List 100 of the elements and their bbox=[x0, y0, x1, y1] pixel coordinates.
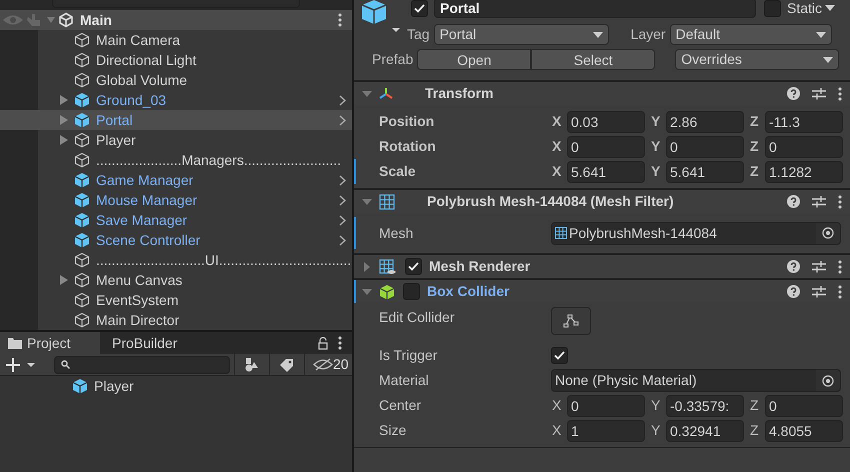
number-field[interactable]: -11.3 bbox=[765, 110, 843, 132]
chevron-right-icon[interactable] bbox=[339, 174, 346, 186]
checkmark-icon bbox=[408, 262, 419, 271]
chevron-right-icon[interactable] bbox=[339, 234, 346, 246]
panel-tab[interactable]: ProBuilder bbox=[100, 332, 186, 354]
foldout-arrow-icon[interactable] bbox=[362, 88, 372, 98]
overrides-dropdown[interactable]: Overrides bbox=[675, 49, 840, 70]
checkbox[interactable] bbox=[403, 283, 420, 300]
number-field[interactable]: 5.641 bbox=[567, 160, 645, 182]
foldout-arrow-icon[interactable] bbox=[362, 196, 372, 206]
more-options-icon[interactable] bbox=[838, 284, 842, 298]
sliders-icon[interactable] bbox=[812, 260, 826, 273]
more-options-icon[interactable] bbox=[838, 194, 842, 208]
checkbox[interactable] bbox=[551, 347, 568, 364]
number-field[interactable]: 0 bbox=[567, 394, 645, 416]
sliders-icon[interactable] bbox=[812, 87, 826, 100]
object-picker-icon[interactable] bbox=[822, 374, 834, 386]
hierarchy-item[interactable]: Main Camera bbox=[0, 30, 352, 50]
component-header[interactable]: Box Collider bbox=[354, 279, 850, 303]
axis-label: Y bbox=[651, 112, 662, 131]
chevron-right-icon[interactable] bbox=[339, 94, 346, 106]
hierarchy-item[interactable]: Game Manager bbox=[0, 170, 352, 190]
number-field[interactable]: 5.641 bbox=[666, 160, 744, 182]
hierarchy-item[interactable]: Player bbox=[0, 130, 352, 150]
tag-dropdown[interactable]: Portal bbox=[434, 24, 609, 45]
number-field[interactable]: 0.03 bbox=[567, 110, 645, 132]
help-icon[interactable] bbox=[787, 87, 800, 100]
checkbox[interactable] bbox=[411, 0, 428, 16]
axis-label: Y bbox=[651, 421, 662, 440]
sliders-icon[interactable] bbox=[812, 285, 826, 298]
number-field[interactable]: 2.86 bbox=[666, 110, 744, 132]
hierarchy-item[interactable]: ......................Managers......................... bbox=[0, 150, 352, 170]
axis-label: Z bbox=[750, 162, 760, 181]
object-field[interactable]: None (Physic Material) bbox=[551, 369, 841, 392]
field-label: Position bbox=[379, 112, 436, 131]
more-options-icon[interactable] bbox=[838, 260, 842, 274]
foldout-arrow-icon[interactable] bbox=[362, 262, 372, 272]
hierarchy-item[interactable]: Save Manager bbox=[0, 210, 352, 230]
axis-label: X bbox=[552, 137, 562, 156]
number-field[interactable]: 0 bbox=[765, 394, 843, 416]
number-field[interactable]: 0 bbox=[567, 136, 645, 158]
panel-tab[interactable]: Project bbox=[0, 332, 100, 354]
checkbox[interactable] bbox=[405, 258, 422, 275]
field-label: Rotation bbox=[379, 137, 437, 156]
project-item[interactable]: Player bbox=[94, 376, 134, 396]
hierarchy-item[interactable]: Global Volume bbox=[0, 70, 352, 90]
prefab-button[interactable]: Open bbox=[417, 49, 532, 70]
hidden-eye-icon[interactable] bbox=[313, 358, 333, 371]
axis-label: X bbox=[552, 162, 562, 181]
prefab-cube-icon bbox=[74, 172, 90, 188]
help-icon[interactable] bbox=[787, 260, 800, 273]
hidden-count: 20 bbox=[333, 355, 349, 374]
number-field[interactable]: 1 bbox=[567, 420, 645, 442]
hierarchy-item[interactable]: Directional Light bbox=[0, 50, 352, 70]
more-options-icon[interactable] bbox=[838, 86, 842, 100]
number-field[interactable]: -0.33579: bbox=[666, 394, 744, 416]
chevron-right-icon[interactable] bbox=[339, 114, 346, 126]
expand-arrow-icon[interactable] bbox=[60, 275, 68, 285]
help-icon[interactable] bbox=[787, 285, 800, 298]
hierarchy-item[interactable]: Ground_03 bbox=[0, 90, 352, 110]
number-field[interactable]: 1.1282 bbox=[765, 160, 843, 182]
tag-icon[interactable] bbox=[280, 358, 294, 372]
hierarchy-item[interactable]: Main Director bbox=[0, 310, 352, 330]
search-field[interactable] bbox=[54, 356, 230, 374]
lock-icon[interactable] bbox=[318, 336, 328, 350]
hierarchy-item[interactable]: Portal bbox=[0, 110, 352, 130]
unity-logo-icon bbox=[58, 12, 74, 28]
hierarchy-item[interactable]: ............................UI................................... bbox=[0, 250, 352, 270]
chevron-right-icon[interactable] bbox=[339, 214, 346, 226]
object-field[interactable]: PolybrushMesh-144084 bbox=[551, 222, 841, 244]
number-field[interactable]: 0.32941 bbox=[666, 420, 744, 442]
sliders-icon[interactable] bbox=[812, 195, 826, 208]
help-icon[interactable] bbox=[787, 195, 800, 208]
hierarchy-item[interactable]: Mouse Manager bbox=[0, 190, 352, 210]
name-field[interactable]: Portal bbox=[434, 0, 756, 18]
field-label: Center bbox=[379, 396, 422, 415]
more-options-icon[interactable] bbox=[338, 13, 342, 27]
checkmark-icon bbox=[554, 351, 565, 360]
layer-dropdown[interactable]: Default bbox=[670, 24, 832, 45]
hierarchy-item[interactable]: Menu Canvas bbox=[0, 270, 352, 290]
edit-collider-button[interactable] bbox=[551, 307, 591, 335]
static-dropdown[interactable]: Static bbox=[787, 0, 836, 18]
more-options-icon[interactable] bbox=[338, 336, 342, 350]
hierarchy-item[interactable]: EventSystem bbox=[0, 290, 352, 310]
number-field[interactable]: 0 bbox=[666, 136, 744, 158]
chevron-right-icon[interactable] bbox=[339, 194, 346, 206]
field-label: Tag bbox=[407, 25, 430, 44]
prefab-button[interactable]: Select bbox=[531, 49, 656, 70]
prefab-cube-icon[interactable] bbox=[362, 0, 400, 34]
checkbox[interactable] bbox=[764, 0, 781, 16]
field-label: Prefab bbox=[372, 50, 414, 69]
component-header[interactable]: Mesh Renderer bbox=[354, 254, 850, 278]
axis-label: Y bbox=[651, 396, 662, 415]
hierarchy-item[interactable]: Scene Controller bbox=[0, 230, 352, 250]
foldout-arrow-icon[interactable] bbox=[362, 286, 372, 296]
component-header[interactable]: Polybrush Mesh-144084 (Mesh Filter) bbox=[354, 189, 850, 213]
object-picker-icon[interactable] bbox=[822, 227, 834, 239]
shapes-filter-icon[interactable] bbox=[245, 358, 259, 372]
number-field[interactable]: 4.8055 bbox=[765, 420, 843, 442]
number-field[interactable]: 0 bbox=[765, 136, 843, 158]
